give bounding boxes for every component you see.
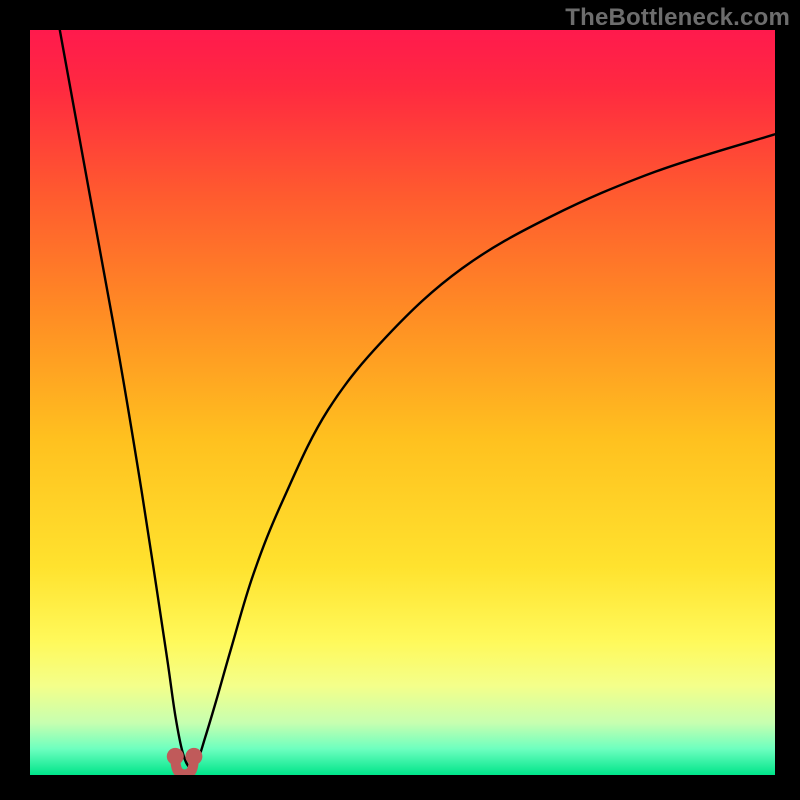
bottleneck-chart [30,30,775,775]
plot-area [30,30,775,775]
gradient-background [30,30,775,775]
optimal-point-marker [167,748,184,765]
optimal-point-marker [185,748,202,765]
watermark-label: TheBottleneck.com [565,4,790,32]
chart-stage: TheBottleneck.com [0,0,800,800]
